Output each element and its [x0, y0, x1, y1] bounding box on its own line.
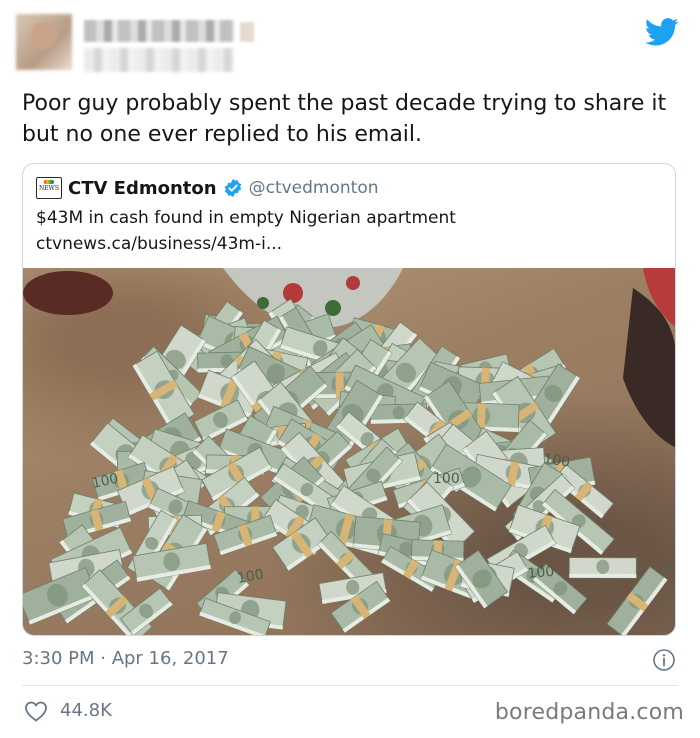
heart-icon[interactable]: [24, 700, 48, 722]
like-count[interactable]: 44.8K: [60, 700, 112, 721]
watermark: boredpanda.com: [494, 700, 684, 725]
money-pile-image: 100100100100100 100: [23, 268, 676, 635]
blurred-display-name: [84, 20, 234, 42]
bill-denomination-label: 100: [662, 549, 676, 576]
blurred-badge: [240, 22, 254, 42]
tweet-text: Poor guy probably spent the past decade …: [22, 91, 667, 147]
quoted-display-name[interactable]: CTV Edmonton: [68, 178, 217, 199]
quoted-photo[interactable]: 100 100 100 100 100 100: [23, 268, 676, 635]
bill-denomination-label: 100: [236, 567, 265, 587]
bill-denomination-label: 100: [433, 471, 460, 487]
avatar[interactable]: [16, 14, 72, 70]
quoted-tweet[interactable]: NEWS CTV Edmonton @ctvedmonton $43M in c…: [22, 163, 676, 636]
blurred-username: [84, 48, 234, 72]
divider: [22, 685, 678, 686]
quoted-tweet-header: NEWS CTV Edmonton @ctvedmonton: [36, 176, 379, 200]
quoted-text: $43M in cash found in empty Nigerian apa…: [36, 208, 456, 228]
quoted-handle[interactable]: @ctvedmonton: [249, 178, 379, 198]
ctv-news-logo: NEWS: [36, 177, 62, 199]
verified-badge-icon: [224, 178, 241, 198]
bill-denomination-label: 100: [527, 564, 555, 582]
twitter-bird-icon[interactable]: [645, 18, 679, 46]
tweet-timestamp[interactable]: 3:30 PM · Apr 16, 2017: [22, 648, 229, 669]
info-icon[interactable]: [652, 648, 676, 672]
quoted-link[interactable]: ctvnews.ca/business/43m-i...: [36, 234, 282, 254]
